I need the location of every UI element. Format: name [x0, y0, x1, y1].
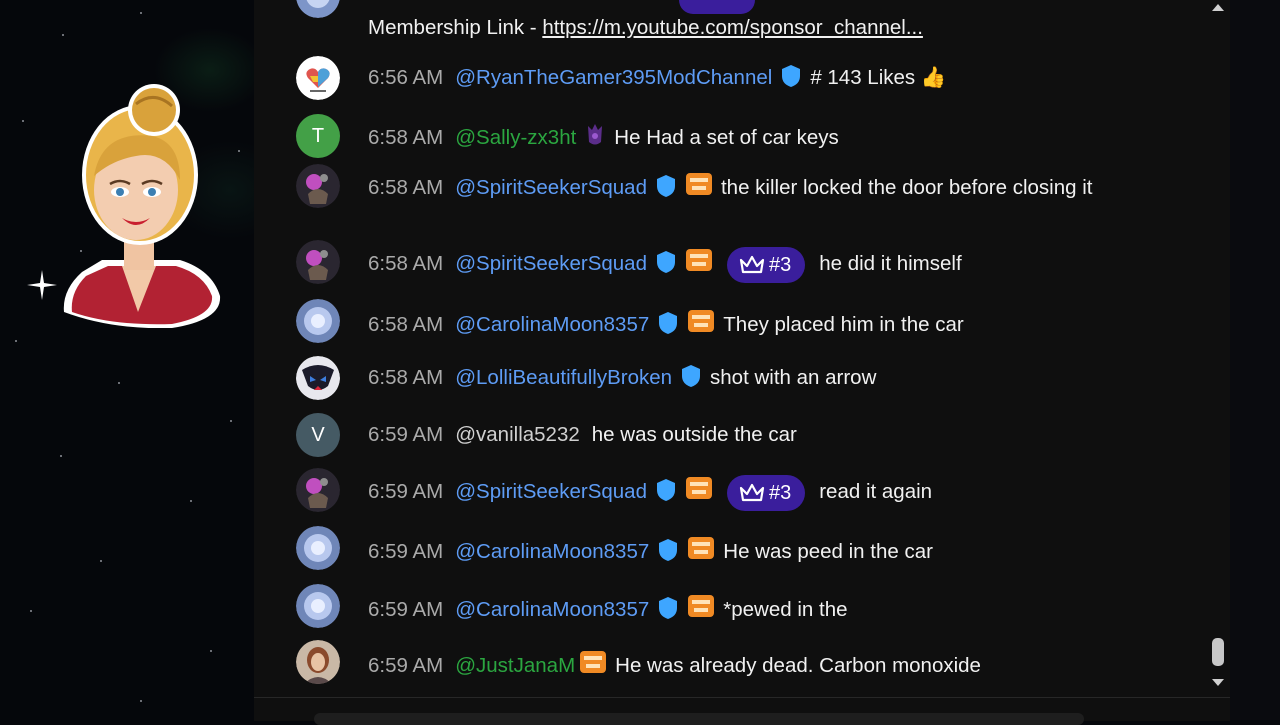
orb-avatar — [296, 584, 340, 628]
author-name[interactable]: @CarolinaMoon8357 — [455, 598, 649, 621]
message-text: the killer locked the door before closin… — [720, 176, 1093, 199]
wat-sticker-icon — [688, 310, 715, 332]
author-name[interactable]: @SpiritSeekerSquad — [455, 480, 647, 503]
message-text: He was already dead. Carbon monoxide — [615, 654, 981, 677]
chat-input-area[interactable] — [254, 697, 1230, 725]
letter-t-avatar: T — [296, 114, 340, 158]
wat-sticker-icon — [688, 595, 715, 617]
message-timestamp: 6:58 AM — [368, 126, 444, 149]
rank-badge: #3 — [726, 474, 806, 511]
avatar-letter: V — [311, 423, 325, 446]
scroll-down-arrow-icon[interactable] — [1211, 678, 1225, 688]
scroll-up-arrow-icon[interactable] — [1211, 2, 1225, 12]
rank-badge-partial — [679, 0, 755, 14]
author-name[interactable]: @Sally-zx3ht — [455, 126, 576, 149]
message-timestamp: 6:59 AM — [368, 598, 444, 621]
verified-shield-icon — [659, 312, 678, 334]
chat-input-field[interactable] — [314, 713, 1084, 725]
skull-avatar — [296, 240, 340, 284]
member-badge-icon — [588, 124, 603, 145]
message-timestamp: 6:58 AM — [368, 366, 444, 389]
orb-avatar — [296, 299, 340, 343]
author-name[interactable]: @CarolinaMoon8357 — [455, 313, 649, 336]
message-text: he was outside the car — [591, 423, 797, 446]
message-timestamp: 6:58 AM — [368, 176, 444, 199]
message-text: *pewed in the — [723, 598, 848, 621]
membership-link[interactable]: https://m.youtube.com/sponsor_channel... — [542, 16, 923, 39]
avatar-letter: T — [311, 124, 325, 147]
message-timestamp: 6:59 AM — [368, 540, 444, 563]
verified-shield-icon — [682, 365, 701, 387]
wat-sticker-icon — [685, 249, 712, 271]
skull-avatar — [296, 164, 340, 208]
message-timestamp: 6:56 AM — [368, 66, 444, 89]
author-name[interactable]: @JustJanaM — [455, 654, 575, 677]
message-text: he did it himself — [819, 252, 962, 275]
wat-sticker-icon — [685, 477, 712, 499]
mask-avatar — [296, 356, 340, 400]
author-name[interactable]: @RyanTheGamer395ModChannel — [455, 66, 772, 89]
live-chat-panel[interactable]: Membership Link - https://m.youtube.com/… — [254, 0, 1230, 700]
wat-sticker-icon — [688, 537, 715, 559]
message-text: # 143 Likes 👍 — [810, 66, 947, 89]
message-timestamp: 6:59 AM — [368, 423, 444, 446]
skull-avatar — [296, 468, 340, 512]
verified-shield-icon — [656, 479, 675, 501]
message-timestamp: 6:58 AM — [368, 313, 444, 336]
author-name[interactable]: @vanilla5232 — [455, 423, 580, 446]
streamer-cartoon-avatar — [63, 84, 221, 328]
message-timestamp: 6:58 AM — [368, 252, 444, 275]
author-name[interactable]: @SpiritSeekerSquad — [455, 176, 647, 199]
rank-label: #3 — [768, 481, 792, 504]
rank-label: #3 — [768, 253, 792, 276]
streamer-overlay-panel — [0, 0, 254, 720]
author-name[interactable]: @CarolinaMoon8357 — [455, 540, 649, 563]
message-text: He Had a set of car keys — [614, 126, 839, 149]
verified-shield-icon — [659, 597, 678, 619]
wat-sticker-icon — [685, 173, 712, 195]
heart-logo-avatar — [296, 56, 340, 100]
verified-shield-icon — [782, 65, 801, 87]
verified-shield-icon — [656, 175, 675, 197]
verified-shield-icon — [659, 539, 678, 561]
message-timestamp: 6:59 AM — [368, 480, 444, 503]
message-timestamp: 6:59 AM — [368, 654, 444, 677]
author-name[interactable]: @LolliBeautifullyBroken — [455, 366, 672, 389]
sparkle-cursor-icon — [27, 270, 57, 300]
rank-badge: #3 — [726, 246, 806, 283]
message-text: He was peed in the car — [723, 540, 933, 563]
wat-sticker-icon — [580, 651, 607, 673]
verified-shield-icon — [656, 251, 675, 273]
scrollbar-thumb[interactable] — [1212, 638, 1224, 666]
orb-avatar — [296, 0, 340, 18]
message-text: They placed him in the car — [723, 313, 964, 336]
membership-label: Membership Link - — [368, 16, 543, 39]
letter-v-avatar: V — [296, 413, 340, 457]
right-edge-panel — [1230, 0, 1280, 720]
message-text: read it again — [819, 480, 933, 503]
orb-avatar — [296, 526, 340, 570]
message-text: shot with an arrow — [710, 366, 877, 389]
author-name[interactable]: @SpiritSeekerSquad — [455, 252, 647, 275]
crown-icon — [739, 483, 765, 501]
crown-icon — [739, 255, 765, 273]
woman-photo-avatar — [296, 640, 340, 684]
